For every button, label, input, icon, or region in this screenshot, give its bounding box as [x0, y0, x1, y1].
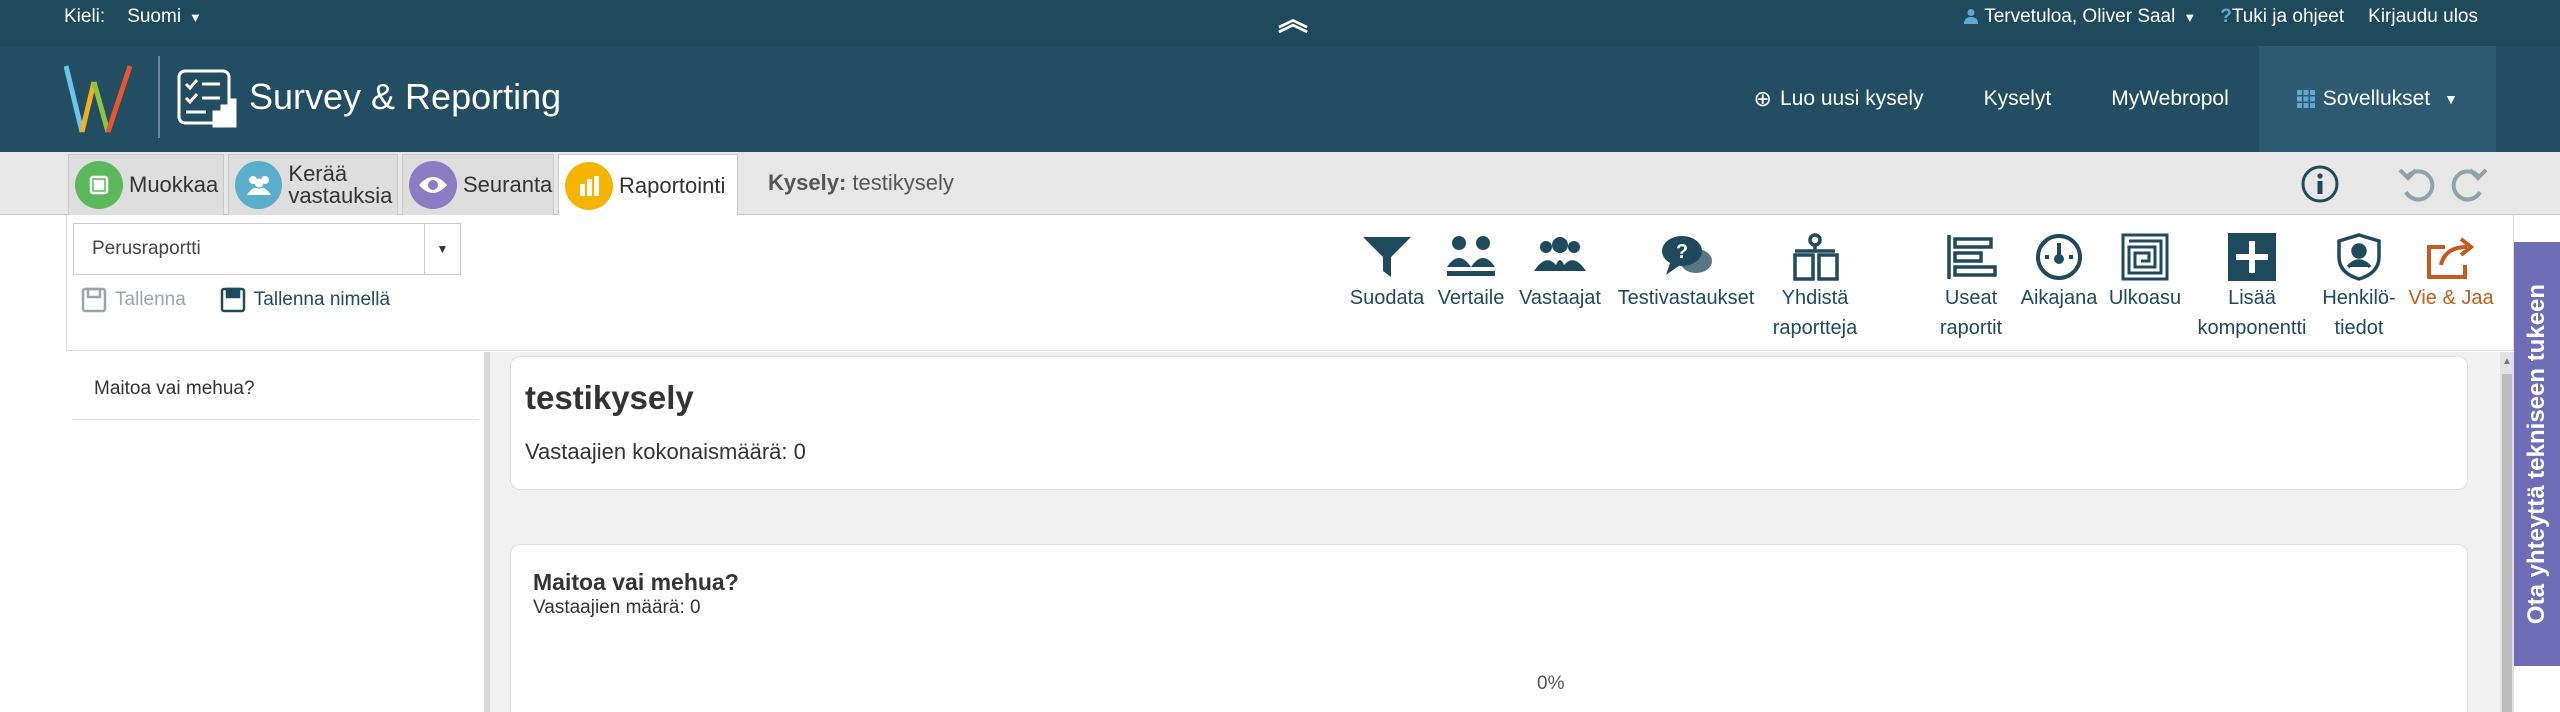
question-title: Maitoa vai mehua?: [533, 569, 739, 595]
merge-reports-button[interactable]: Yhdistä raportteja: [1767, 233, 1863, 343]
filter-button[interactable]: Suodata: [1349, 233, 1425, 313]
tab-edit[interactable]: Muokkaa: [68, 154, 224, 215]
test-answers-icon: ?: [1662, 236, 1712, 275]
layout-icon: [2121, 233, 2169, 281]
plus-circle-icon: ⊕: [1753, 86, 1772, 111]
percent-label: 0%: [1537, 673, 1565, 694]
applications-menu[interactable]: Sovellukset ▼: [2258, 46, 2496, 152]
undo-icon[interactable]: [2396, 162, 2440, 206]
export-share-button[interactable]: Vie & Jaa: [2401, 233, 2501, 313]
report-content: testikysely Vastaajien kokonaismäärä: 0 …: [490, 352, 2500, 712]
survey-name-label: Kysely: testikysely: [768, 170, 954, 195]
help-link[interactable]: ?Tuki ja ohjeet: [2220, 6, 2344, 28]
eye-icon: [409, 161, 457, 209]
grid-icon: [2296, 90, 2315, 108]
report-toolbar: Perusraportti ▼ Tallenna Tallenna nimell…: [66, 215, 2547, 351]
scroll-up-icon[interactable]: ▲: [2502, 356, 2512, 367]
personal-data-button[interactable]: Henkilö- tiedot: [2317, 233, 2401, 343]
logo-divider: [158, 56, 160, 138]
save-as-button[interactable]: Tallenna nimellä: [220, 287, 390, 313]
webropol-logo[interactable]: [63, 62, 144, 136]
language-selector[interactable]: Kieli: Suomi ▼: [64, 6, 202, 28]
caret-down-icon[interactable]: ▼: [424, 224, 460, 274]
survey-reporting-icon: [176, 68, 238, 130]
respondents-icon: [1534, 237, 1586, 271]
add-component-icon: [2228, 233, 2276, 281]
compare-icon: [1447, 236, 1495, 276]
report-summary-card: testikysely Vastaajien kokonaismäärä: 0: [510, 356, 2468, 490]
merge-reports-icon: [1793, 233, 1839, 281]
floppy-icon: [81, 287, 107, 313]
info-icon[interactable]: [2300, 164, 2340, 204]
multiple-reports-icon: [1947, 235, 1997, 279]
test-answers-button[interactable]: ? Testivastaukset: [1613, 233, 1759, 313]
tab-row: Muokkaa Kerää vastauksia Seuranta Raport…: [0, 152, 2560, 216]
report-select[interactable]: Perusraportti ▼: [73, 223, 461, 275]
question-card: Maitoa vai mehua? Vastaajien määrä: 0 0%: [510, 544, 2468, 712]
main-header: Survey & Reporting ⊕ Luo uusi kysely Kys…: [0, 46, 2560, 152]
export-share-icon: [2427, 237, 2475, 279]
caret-down-icon: ▼: [2444, 91, 2458, 107]
multiple-reports-button[interactable]: Useat raportit: [1931, 233, 2011, 343]
report-icon: [565, 161, 613, 210]
layout-button[interactable]: Ulkoasu: [2101, 233, 2189, 313]
tab-collect-label: Kerää vastauksia: [288, 161, 393, 208]
people-icon: [235, 161, 283, 209]
caret-down-icon: ▼: [2183, 10, 2197, 25]
report-title: testikysely: [525, 379, 694, 416]
save-row: Tallenna Tallenna nimellä: [81, 287, 390, 313]
tab-collect[interactable]: Kerää vastauksia: [228, 154, 398, 215]
logout-link[interactable]: Kirjaudu ulos: [2368, 6, 2478, 28]
tab-monitor[interactable]: Seuranta: [402, 154, 554, 215]
question-respondents: Vastaajien määrä: 0: [533, 597, 701, 618]
svg-text:?: ?: [1676, 241, 1688, 263]
contact-support-tab[interactable]: Ota yhteyttä tekniseen tukeen: [2514, 242, 2560, 666]
collapse-header-icon[interactable]: ︽: [1278, 6, 1308, 36]
top-utility-bar: Kieli: Suomi ▼ ︽ Tervetuloa, Oliver Saal ▼…: [0, 0, 2560, 46]
app-title: Survey & Reporting: [249, 76, 562, 117]
filter-icon: [1363, 237, 1411, 277]
report-select-value: Perusraportti: [92, 238, 201, 259]
question-list-item[interactable]: Maitoa vai mehua?: [72, 362, 478, 420]
language-label: Kieli:: [64, 6, 106, 27]
surveys-link[interactable]: Kyselyt: [1954, 46, 2082, 152]
respondents-button[interactable]: Vastaajat: [1515, 233, 1605, 313]
language-value[interactable]: Suomi ▼: [127, 6, 202, 28]
question-icon: ?: [2220, 6, 2232, 27]
floppy-icon: [220, 287, 246, 313]
timeline-button[interactable]: Aikajana: [2011, 233, 2107, 313]
compare-button[interactable]: Vertaile: [1433, 233, 1509, 313]
personal-data-icon: [2337, 233, 2381, 281]
add-component-button[interactable]: Lisää komponentti: [2189, 233, 2315, 343]
create-survey-link[interactable]: ⊕ Luo uusi kysely: [1724, 46, 1954, 152]
scrollbar-thumb[interactable]: [2502, 374, 2512, 712]
edit-icon: [75, 161, 123, 209]
save-button[interactable]: Tallenna: [81, 287, 186, 313]
content-scrollbar[interactable]: ▲: [2500, 352, 2514, 712]
tab-reporting[interactable]: Raportointi: [558, 154, 738, 216]
main-nav: ⊕ Luo uusi kysely Kyselyt MyWebropol Sov…: [1724, 46, 2496, 152]
question-list: Maitoa vai mehua?: [66, 352, 484, 712]
timeline-icon: [2036, 234, 2082, 280]
total-respondents: Vastaajien kokonaismäärä: 0: [525, 439, 806, 464]
user-icon: [1964, 9, 1979, 24]
caret-down-icon: ▼: [189, 10, 202, 25]
redo-icon[interactable]: [2446, 162, 2490, 206]
user-menu[interactable]: Tervetuloa, Oliver Saal ▼: [1963, 6, 2196, 28]
mywebropol-link[interactable]: MyWebropol: [2081, 46, 2259, 152]
